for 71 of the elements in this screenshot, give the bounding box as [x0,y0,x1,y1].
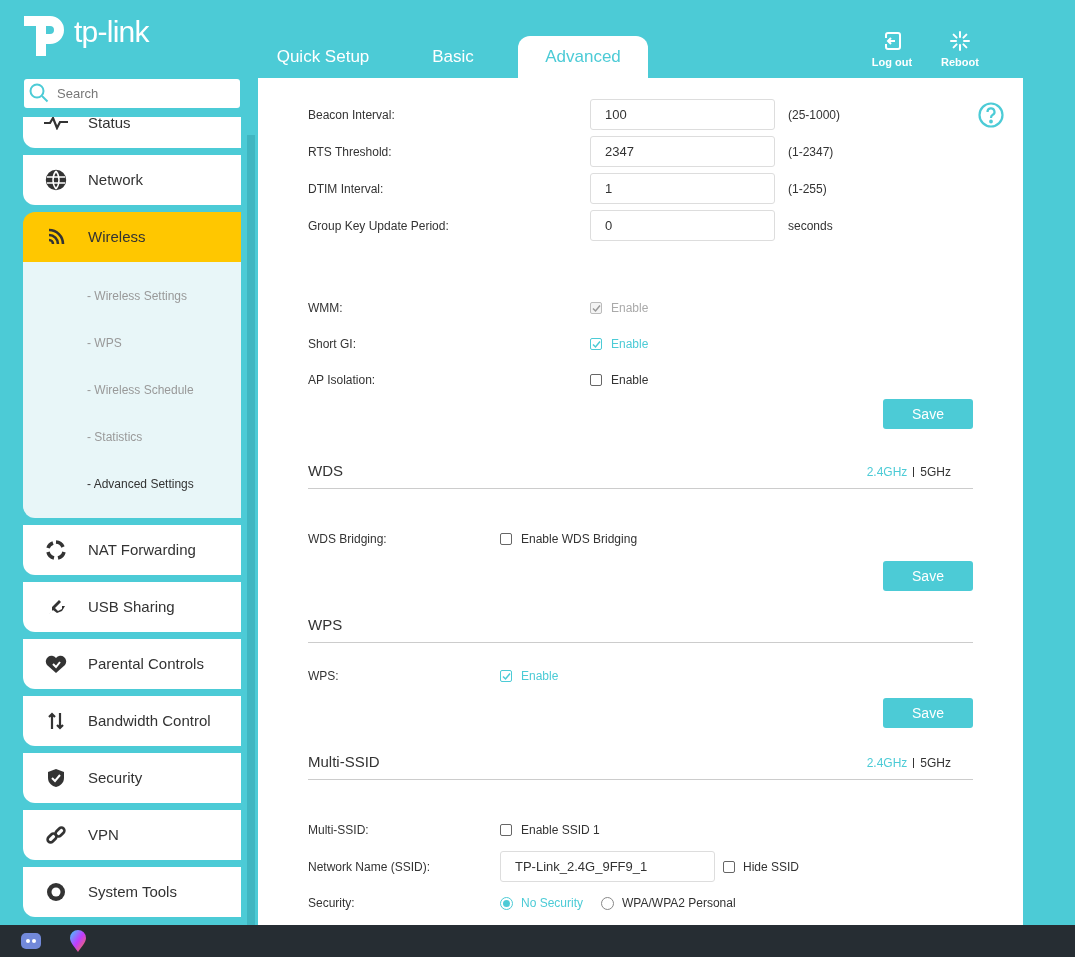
band-separator [913,757,915,768]
chain-link-icon [44,824,67,846]
search-icon [29,83,49,103]
band-separator [913,466,915,477]
checkbox[interactable] [590,338,602,350]
heart-icon [43,654,68,674]
field-label: WMM: [308,300,344,317]
sidebar-item[interactable]: NAT Forwarding [23,525,241,575]
search-field[interactable]: Search [24,79,240,108]
radio-label: No Security [521,895,584,912]
shield-icon [46,768,65,788]
sidebar-item[interactable]: Network [23,155,241,205]
field-label: Multi-SSID: [308,822,370,839]
sidebar-item[interactable]: System Tools [23,867,241,917]
field-label: Security: [308,895,356,912]
hint-text: (1-2347) [788,143,834,161]
input-field[interactable]: 2347 [590,136,775,167]
hint-text: (25-1000) [788,106,841,124]
field-label: Beacon Interval: [308,106,396,124]
field-label: Network Name (SSID): [308,858,432,876]
checkbox[interactable] [500,670,512,682]
hint-text: seconds [788,217,833,235]
field-label: WPS: [308,668,340,685]
sidebar-item[interactable]: Bandwidth Control [23,696,241,746]
radio-label: WPA/WPA2 Personal [622,895,736,912]
field-label: WDS Bridging: [308,531,388,548]
band-tab[interactable]: 5GHz [920,753,951,772]
sidebar-item[interactable]: VPN [23,810,241,860]
section-title: Multi-SSID [308,752,380,773]
section-title: WPS [308,615,343,636]
scrollbar[interactable] [247,135,255,925]
checkbox-label: Enable [611,336,649,353]
checkbox[interactable] [723,860,735,873]
checkbox-label: Enable [521,668,559,685]
checkbox[interactable] [590,374,602,386]
checkbox-label: Enable WDS Bridging [521,531,638,548]
input-field[interactable]: 1 [590,173,775,204]
sidebar-item[interactable]: Security [23,753,241,803]
pulse-icon [43,117,68,130]
chat-app-icon [20,932,42,950]
gear-icon [44,881,67,903]
section-title: WDS [308,461,343,482]
input-field[interactable]: 100 [590,99,775,130]
field-label: RTS Threshold: [308,143,393,161]
checkbox[interactable] [500,533,512,545]
field-label: Short GI: [308,336,358,353]
submenu-item[interactable]: - Advanced Settings [23,460,241,507]
ssid-field[interactable]: TP-Link_2.4G_9FF9_1 [500,851,715,882]
checkbox-label: Enable [611,372,649,389]
sidebar-item[interactable]: USB Sharing [23,582,241,632]
field-label: AP Isolation: [308,372,377,389]
sidebar-item[interactable]: Status [23,117,241,148]
help-icon [978,102,1004,128]
balloon-icon [68,929,88,953]
checkbox[interactable] [500,824,512,836]
globe-icon [44,169,67,191]
input-field[interactable]: 0 [590,210,775,241]
band-tab[interactable]: 5GHz [920,462,951,481]
field-label: Group Key Update Period: [308,217,450,235]
balloon-button[interactable] [68,929,88,953]
circular-arrows-icon [45,540,66,560]
sidebar-item[interactable]: Wireless [23,212,241,262]
checkbox-label: Hide SSID [743,858,800,876]
logo-text: tp-link [74,13,149,50]
field-label: DTIM Interval: [308,180,385,198]
checkbox-label: Enable SSID 1 [521,822,600,839]
hint-text: (1-255) [788,180,827,198]
chat-app-button[interactable] [20,932,42,950]
sidebar-item[interactable]: Parental Controls [23,639,241,689]
checkbox-label: Enable [611,300,649,317]
spinner-icon [949,30,971,52]
